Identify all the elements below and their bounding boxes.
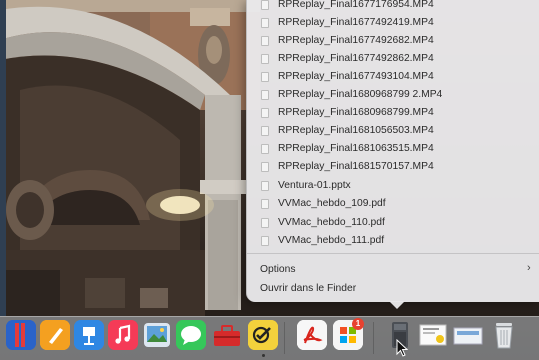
dock-app-document-stack[interactable] xyxy=(418,320,448,350)
document-icon xyxy=(261,144,269,154)
file-name: Ventura-01.pptx xyxy=(278,180,351,191)
file-item[interactable]: RPReplay_Final1677176954.MP4 xyxy=(247,0,539,14)
dock-app-music[interactable] xyxy=(108,320,138,350)
music-note-icon xyxy=(108,320,138,350)
document-icon xyxy=(261,108,269,118)
red-bars-icon xyxy=(6,320,36,350)
file-name: RPReplay_Final1677176954.MP4 xyxy=(278,0,434,10)
document-icon xyxy=(261,236,269,246)
file-name: VVMac_hebdo_111.pdf xyxy=(278,235,385,246)
options-label: Options xyxy=(260,264,296,275)
options-menu-item[interactable]: Options xyxy=(260,264,296,275)
notification-badge: 1 xyxy=(352,318,364,330)
document-icon xyxy=(261,126,269,136)
file-item[interactable]: VVMac_hebdo_111.pdf xyxy=(247,232,539,250)
dock-divider xyxy=(373,322,374,354)
file-name: RPReplay_Final1677493104.MP4 xyxy=(278,71,434,82)
file-item[interactable]: RPReplay_Final1681570157.MP4 xyxy=(247,158,539,176)
document-icon xyxy=(261,54,269,64)
file-name: VVMac_hebdo_109.pdf xyxy=(278,198,386,209)
pdf-icon xyxy=(297,320,327,350)
document-icon xyxy=(261,181,269,191)
file-name: RPReplay_Final1677492419.MP4 xyxy=(278,17,434,28)
screenshot-icon xyxy=(453,327,483,345)
document-icon xyxy=(261,218,269,228)
checkmark-icon xyxy=(248,320,278,350)
dock-app-acrobat-reader[interactable] xyxy=(297,320,327,350)
file-item[interactable]: RPReplay_Final1681056503.MP4 xyxy=(247,122,539,140)
trash-icon xyxy=(495,323,513,349)
open-in-finder-label: Ouvrir dans le Finder xyxy=(260,283,357,294)
file-item[interactable]: RPReplay_Final1681063515.MP4 xyxy=(247,140,539,158)
dock-app-trash[interactable] xyxy=(489,320,519,350)
menu-divider xyxy=(247,253,539,254)
document-icon xyxy=(261,162,269,172)
dock-app-pages[interactable] xyxy=(40,320,70,350)
open-in-finder-menu-item[interactable]: Ouvrir dans le Finder xyxy=(260,283,356,294)
file-name: RPReplay_Final1680968799 2.MP4 xyxy=(278,89,443,100)
downloads-stack-popup: RPReplay_Final1677176954.MP4 RPReplay_Fi… xyxy=(246,0,539,302)
dock-app-unknown-red[interactable] xyxy=(6,320,36,350)
dock-app-keynote[interactable] xyxy=(74,320,104,350)
file-name: RPReplay_Final1677492862.MP4 xyxy=(278,53,434,64)
file-item[interactable]: RPReplay_Final1677492682.MP4 xyxy=(247,32,539,50)
document-icon xyxy=(261,0,269,10)
file-item[interactable]: RPReplay_Final1677492862.MP4 xyxy=(247,50,539,68)
file-item[interactable]: RPReplay_Final1680968799 2.MP4 xyxy=(247,86,539,104)
dock-app-toolbox[interactable] xyxy=(212,320,242,350)
file-item[interactable]: RPReplay_Final1677492419.MP4 xyxy=(247,14,539,32)
dock-divider xyxy=(284,322,285,354)
podium-icon xyxy=(74,320,104,350)
file-item[interactable]: Ventura-01.pptx xyxy=(247,177,539,195)
chevron-right-icon: › xyxy=(527,262,531,274)
file-name: RPReplay_Final1677492682.MP4 xyxy=(278,35,434,46)
document-icon xyxy=(261,36,269,46)
pencil-icon xyxy=(40,320,70,350)
toolbox-icon xyxy=(214,325,240,346)
file-name: RPReplay_Final1681570157.MP4 xyxy=(278,161,434,172)
dock-app-screenshot-stack[interactable] xyxy=(453,320,483,350)
file-name: VVMac_hebdo_110.pdf xyxy=(278,217,385,228)
document-icon xyxy=(419,324,447,346)
document-icon xyxy=(261,18,269,28)
dock-app-messages[interactable] xyxy=(176,320,206,350)
running-indicator xyxy=(262,354,265,357)
file-item[interactable]: RPReplay_Final1680968799.MP4 xyxy=(247,104,539,122)
document-icon xyxy=(261,72,269,82)
file-name: RPReplay_Final1680968799.MP4 xyxy=(278,107,434,118)
file-item[interactable]: VVMac_hebdo_109.pdf xyxy=(247,195,539,213)
mouse-pointer-icon xyxy=(396,339,408,357)
dock-app-checklist[interactable] xyxy=(248,320,278,350)
document-icon xyxy=(261,199,269,209)
speech-bubble-icon xyxy=(176,320,206,350)
file-name: RPReplay_Final1681056503.MP4 xyxy=(278,125,434,136)
document-icon xyxy=(261,90,269,100)
file-name: RPReplay_Final1681063515.MP4 xyxy=(278,143,434,154)
file-item[interactable]: VVMac_hebdo_110.pdf xyxy=(247,214,539,232)
photos-icon xyxy=(144,323,170,347)
popup-pointer xyxy=(389,301,405,309)
dock-app-preview[interactable] xyxy=(142,320,172,350)
file-item[interactable]: RPReplay_Final1677493104.MP4 xyxy=(247,68,539,86)
